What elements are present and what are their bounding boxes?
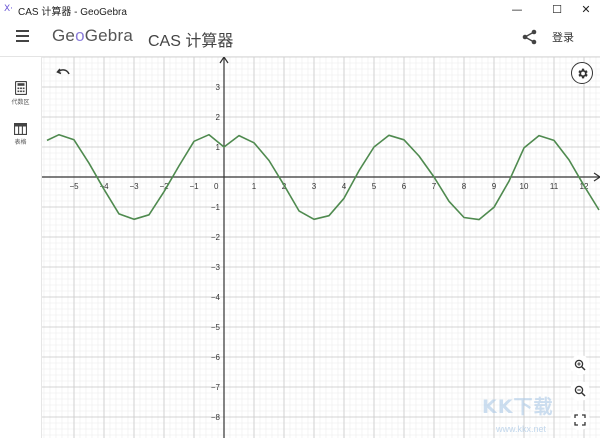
sidebar-item-table[interactable]: 表格 (0, 123, 41, 146)
zoom-out-icon[interactable] (570, 381, 590, 401)
x-tick-label: 10 (520, 182, 529, 191)
y-tick-label: −7 (211, 383, 221, 392)
sidebar-item-label: 代数区 (11, 100, 30, 106)
window-title: CAS 计算器 - GeoGebra (18, 7, 127, 18)
y-tick-label: 3 (216, 83, 221, 92)
graphics-view[interactable]: 0−5 −4 −3 −2 −1 1 2 3 4 5 6 7 8 9 10 11 12321−1−2−3−4−5−… (42, 57, 600, 438)
undo-icon[interactable] (56, 66, 72, 80)
window-titlebar: X· CAS 计算器 - GeoGebra — ☐ ✕ (0, 0, 600, 18)
y-tick-label: −1 (211, 203, 221, 212)
x-tick-label: −5 (69, 182, 79, 191)
hamburger-menu-icon[interactable] (13, 27, 33, 47)
close-button[interactable]: ✕ (572, 0, 600, 18)
x-tick-label: 5 (372, 182, 377, 191)
x-tick-label: 4 (342, 182, 347, 191)
tick-labels: 0−5 −4 −3 −2 −1 1 2 3 4 5 6 7 8 9 10 11 12321−1−2−3−4−5−… (69, 83, 589, 422)
gear-icon[interactable] (571, 62, 593, 84)
login-button[interactable]: 登录 (552, 29, 574, 45)
x-tick-label: 8 (462, 182, 467, 191)
calculator-icon (14, 81, 27, 95)
sidebar-item-algebra[interactable]: 代数区 (0, 81, 41, 106)
x-tick-label: −1 (189, 182, 199, 191)
watermark-logo: KK下载 (482, 396, 554, 418)
origin-label: 0 (214, 182, 219, 191)
geogebra-x-icon: X· (4, 4, 14, 14)
y-tick-label: −8 (211, 413, 221, 422)
geogebra-logo: GeoGebra (52, 26, 133, 45)
sidebar: 代数区 表格 (0, 57, 42, 438)
y-tick-label: −6 (211, 353, 221, 362)
y-tick-label: −2 (211, 233, 221, 242)
y-tick-label: 2 (216, 113, 221, 122)
app-title: CAS 计算器 (148, 33, 234, 50)
fullscreen-icon[interactable] (570, 410, 590, 430)
table-icon (14, 123, 27, 135)
x-tick-label: 1 (252, 182, 257, 191)
x-tick-label: 9 (492, 182, 497, 191)
sidebar-item-label: 表格 (14, 140, 27, 146)
watermark-url: www.kkx.net (496, 424, 547, 434)
maximize-button[interactable]: ☐ (543, 0, 571, 18)
grid-minor (42, 57, 600, 438)
y-tick-label: −5 (211, 323, 221, 332)
x-tick-label: 6 (402, 182, 407, 191)
zoom-in-icon[interactable] (570, 355, 590, 375)
y-tick-label: −3 (211, 263, 221, 272)
x-tick-label: −3 (129, 182, 139, 191)
app-header: GeoGebra CAS 计算器 登录 (0, 18, 600, 57)
x-tick-label: 7 (432, 182, 437, 191)
x-tick-label: 3 (312, 182, 317, 191)
share-icon[interactable] (520, 27, 540, 47)
y-tick-label: −4 (211, 293, 221, 302)
minimize-button[interactable]: — (503, 0, 531, 18)
x-tick-label: 11 (550, 182, 559, 191)
